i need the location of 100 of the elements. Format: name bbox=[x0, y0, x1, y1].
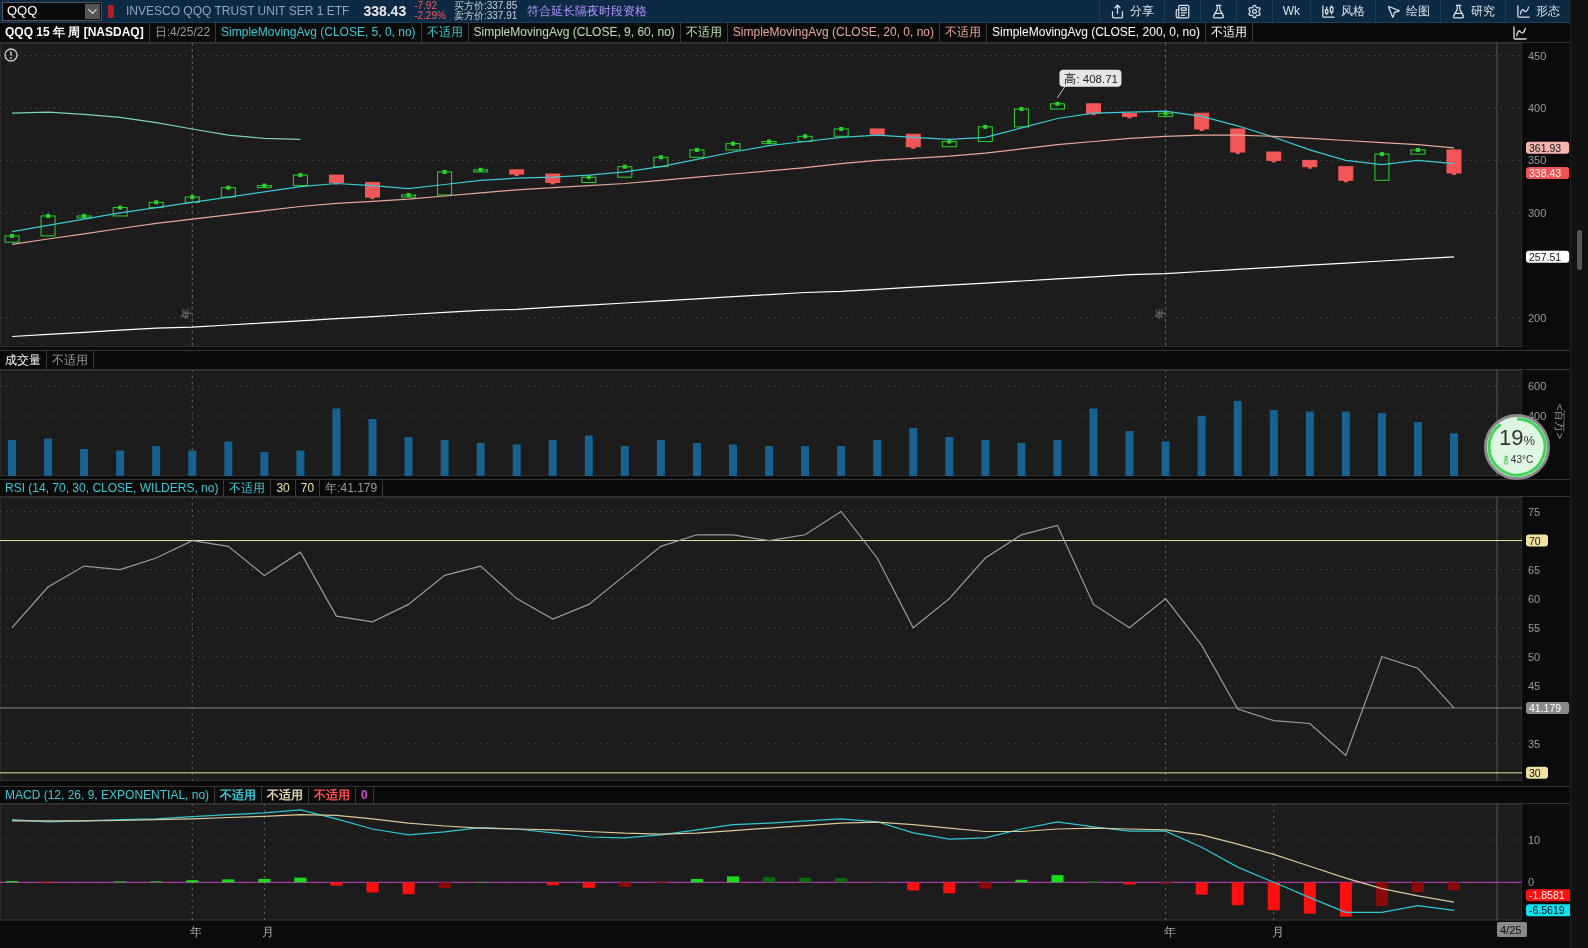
net-change: -7.92 bbox=[414, 1, 438, 11]
volume-bar bbox=[1341, 411, 1350, 476]
volume-bar bbox=[1125, 431, 1134, 476]
scrollbar-thumb[interactable] bbox=[1577, 230, 1582, 270]
toolbar-button[interactable]: 研究 bbox=[1440, 0, 1505, 22]
toolbar-button[interactable]: 分享 bbox=[1098, 0, 1164, 22]
macd-badge: -6.5619 bbox=[1526, 904, 1570, 917]
info-icon[interactable] bbox=[4, 48, 18, 62]
volume-bar bbox=[440, 440, 449, 476]
study-label: SimpleMovingAvg (CLOSE, 200, 0, no) bbox=[992, 25, 1200, 39]
ref-line-label: 30 bbox=[1529, 766, 1541, 779]
axis-tick-label: 0 bbox=[1528, 876, 1535, 889]
share-icon bbox=[1109, 3, 1125, 19]
symbol-field[interactable]: QQQ bbox=[2, 1, 102, 21]
volume-bar bbox=[1089, 408, 1098, 476]
time-axis-label: 月 bbox=[1271, 925, 1284, 939]
study-label: SimpleMovingAvg (CLOSE, 9, 60, no) bbox=[473, 25, 675, 39]
rsi-reading: 年:41.179 bbox=[325, 480, 378, 495]
volume-bar bbox=[116, 450, 125, 476]
axis-tick-label: 300 bbox=[1528, 206, 1547, 219]
usage-percent: 19% bbox=[1498, 427, 1535, 452]
toolbar-button[interactable]: Wk bbox=[1271, 0, 1310, 22]
volume-bar bbox=[548, 440, 557, 476]
study-value: 不适用 bbox=[1210, 25, 1247, 39]
newspaper-icon bbox=[1174, 3, 1190, 19]
volume-bar bbox=[981, 440, 990, 476]
settings-icon bbox=[1246, 3, 1262, 19]
volume-bar bbox=[909, 428, 918, 476]
oversold-level: 30 bbox=[276, 480, 290, 495]
volume-bar bbox=[1053, 440, 1062, 476]
volume-bar bbox=[512, 444, 521, 476]
volume-bar bbox=[729, 444, 737, 476]
volume-bar bbox=[1377, 413, 1386, 476]
axis-tick-label: 45 bbox=[1528, 679, 1541, 692]
volume-bar bbox=[224, 441, 233, 476]
volume-bar bbox=[620, 446, 629, 476]
time-axis-label: 月 bbox=[262, 925, 275, 939]
volume-bar bbox=[1017, 443, 1026, 476]
volume-bar bbox=[1305, 411, 1314, 476]
volume-bar bbox=[1197, 416, 1206, 476]
study-label: SimpleMovingAvg (CLOSE, 5, 0, no) bbox=[221, 25, 416, 39]
ask-price: 卖方价:337.91 bbox=[453, 11, 518, 21]
ref-line-label: 41.179 bbox=[1529, 701, 1562, 714]
flask-icon bbox=[1210, 3, 1226, 19]
volume-value: 不适用 bbox=[52, 352, 88, 367]
study-value: 不适用 bbox=[685, 25, 722, 39]
macd-value: 不适用 bbox=[314, 787, 351, 802]
volume-bar bbox=[584, 435, 593, 476]
bid-price: 买方价:337.85 bbox=[453, 1, 518, 11]
macd-badge: -1.8581 bbox=[1526, 889, 1570, 902]
volume-bar bbox=[765, 446, 774, 476]
volume-bar bbox=[656, 440, 665, 476]
percent-change: -2.29% bbox=[414, 11, 446, 21]
volume-bar bbox=[873, 440, 882, 476]
volume-bar bbox=[1161, 441, 1170, 476]
annotation: 高: 408.71 bbox=[1064, 71, 1119, 85]
study-value: 不适用 bbox=[426, 25, 463, 39]
high-price-tooltip: 高: 408.71 bbox=[1056, 69, 1122, 99]
dropdown-caret-icon bbox=[85, 3, 100, 19]
last-price: 338.43 bbox=[363, 1, 407, 21]
axis-tick-label: 10 bbox=[1528, 834, 1541, 846]
volume-bar bbox=[1269, 410, 1278, 476]
volume-bar bbox=[188, 450, 197, 476]
axis-tick-label: 75 bbox=[1528, 505, 1541, 518]
chart-line-icon[interactable] bbox=[1512, 24, 1528, 41]
candlestick-icon bbox=[1321, 3, 1336, 19]
axis-tick-label: 60 bbox=[1528, 592, 1541, 605]
volume-bar bbox=[1413, 422, 1422, 476]
year-marker: 年 bbox=[1153, 308, 1166, 319]
status-marker bbox=[108, 4, 114, 18]
volume-bar bbox=[945, 437, 954, 476]
axis-tick-label: 35 bbox=[1528, 737, 1541, 750]
volume-bar bbox=[152, 446, 161, 476]
toolbar-button[interactable]: 绘图 bbox=[1375, 0, 1440, 22]
axis-tick-label: 350 bbox=[1528, 154, 1547, 167]
time-axis-label: 年 bbox=[1163, 925, 1176, 939]
rsi-value: 不适用 bbox=[229, 480, 266, 495]
volume-bar bbox=[404, 437, 413, 476]
axis-tick-label: 50 bbox=[1528, 650, 1541, 663]
axis-tick-label: 55 bbox=[1528, 621, 1541, 634]
macd-title: MACD (12, 26, 9, EXPONENTIAL, no) bbox=[5, 787, 210, 802]
volume-bar bbox=[296, 450, 305, 476]
study-label: SimpleMovingAvg (CLOSE, 20, 0, no) bbox=[732, 25, 935, 39]
axis-tick-label: 600 bbox=[1528, 380, 1547, 393]
axis-unit-label: <百万> bbox=[1554, 404, 1566, 439]
volume-bar bbox=[368, 419, 377, 476]
volume-bar bbox=[332, 408, 341, 476]
toolbar-button[interactable]: 风格 bbox=[1310, 0, 1375, 22]
temperature-reading: 43°C bbox=[1510, 453, 1534, 467]
volume-bar bbox=[1450, 433, 1458, 476]
macd-value: 不适用 bbox=[267, 787, 304, 802]
chart-date: 日:4/25/22 bbox=[154, 25, 211, 39]
pointer-icon bbox=[1386, 3, 1401, 19]
chart-title: QQQ 15 年 周 [NASDAQ] bbox=[5, 25, 144, 39]
volume-bar bbox=[260, 452, 269, 476]
study-value: 不适用 bbox=[945, 25, 982, 39]
axis-tick-label: 65 bbox=[1528, 563, 1541, 576]
ref-line-label: 70 bbox=[1529, 534, 1541, 547]
volume-bar bbox=[80, 449, 89, 476]
volume-bar bbox=[44, 438, 53, 476]
